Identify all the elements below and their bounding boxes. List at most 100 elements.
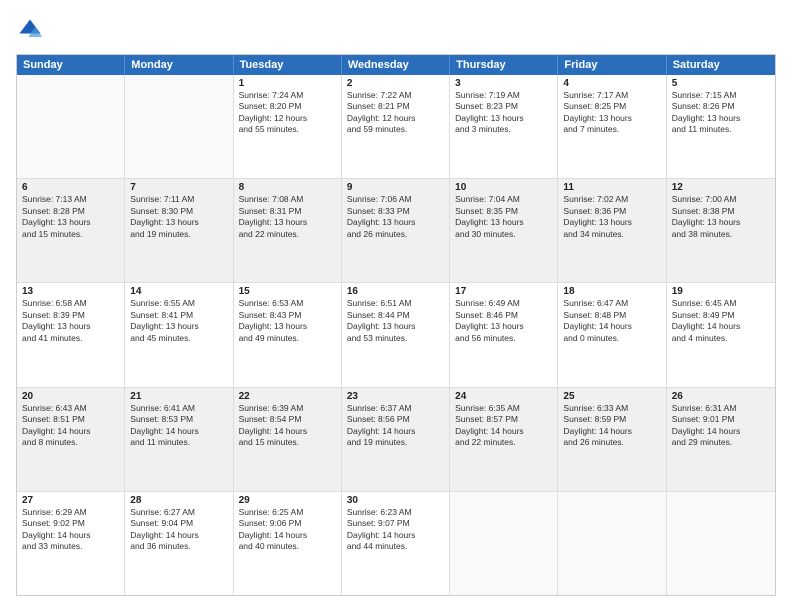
day-info: Sunrise: 6:58 AM Sunset: 8:39 PM Dayligh…: [22, 298, 119, 344]
calendar-body: 1Sunrise: 7:24 AM Sunset: 8:20 PM Daylig…: [17, 75, 775, 595]
header-day-wednesday: Wednesday: [342, 55, 450, 75]
header-day-friday: Friday: [558, 55, 666, 75]
calendar-row-4: 27Sunrise: 6:29 AM Sunset: 9:02 PM Dayli…: [17, 491, 775, 595]
calendar-cell: 23Sunrise: 6:37 AM Sunset: 8:56 PM Dayli…: [342, 388, 450, 491]
day-info: Sunrise: 6:41 AM Sunset: 8:53 PM Dayligh…: [130, 403, 227, 449]
page: SundayMondayTuesdayWednesdayThursdayFrid…: [0, 0, 792, 612]
day-number: 8: [239, 182, 336, 193]
day-number: 3: [455, 78, 552, 89]
day-number: 30: [347, 495, 444, 506]
day-number: 23: [347, 391, 444, 402]
calendar-cell: 15Sunrise: 6:53 AM Sunset: 8:43 PM Dayli…: [234, 283, 342, 386]
day-info: Sunrise: 6:35 AM Sunset: 8:57 PM Dayligh…: [455, 403, 552, 449]
calendar-cell: 25Sunrise: 6:33 AM Sunset: 8:59 PM Dayli…: [558, 388, 666, 491]
day-info: Sunrise: 6:27 AM Sunset: 9:04 PM Dayligh…: [130, 507, 227, 553]
calendar-header: SundayMondayTuesdayWednesdayThursdayFrid…: [17, 55, 775, 75]
calendar-cell: 9Sunrise: 7:06 AM Sunset: 8:33 PM Daylig…: [342, 179, 450, 282]
day-info: Sunrise: 6:33 AM Sunset: 8:59 PM Dayligh…: [563, 403, 660, 449]
day-info: Sunrise: 7:15 AM Sunset: 8:26 PM Dayligh…: [672, 90, 770, 136]
calendar-cell: [17, 75, 125, 178]
calendar-cell: 20Sunrise: 6:43 AM Sunset: 8:51 PM Dayli…: [17, 388, 125, 491]
day-number: 11: [563, 182, 660, 193]
day-info: Sunrise: 7:11 AM Sunset: 8:30 PM Dayligh…: [130, 194, 227, 240]
day-number: 15: [239, 286, 336, 297]
day-info: Sunrise: 6:29 AM Sunset: 9:02 PM Dayligh…: [22, 507, 119, 553]
calendar-cell: 10Sunrise: 7:04 AM Sunset: 8:35 PM Dayli…: [450, 179, 558, 282]
day-info: Sunrise: 6:37 AM Sunset: 8:56 PM Dayligh…: [347, 403, 444, 449]
day-number: 17: [455, 286, 552, 297]
header-day-thursday: Thursday: [450, 55, 558, 75]
calendar-cell: [667, 492, 775, 595]
day-info: Sunrise: 7:02 AM Sunset: 8:36 PM Dayligh…: [563, 194, 660, 240]
calendar-row-3: 20Sunrise: 6:43 AM Sunset: 8:51 PM Dayli…: [17, 387, 775, 491]
day-number: 14: [130, 286, 227, 297]
day-info: Sunrise: 6:45 AM Sunset: 8:49 PM Dayligh…: [672, 298, 770, 344]
day-info: Sunrise: 6:43 AM Sunset: 8:51 PM Dayligh…: [22, 403, 119, 449]
day-info: Sunrise: 6:49 AM Sunset: 8:46 PM Dayligh…: [455, 298, 552, 344]
header: [16, 16, 776, 44]
day-number: 6: [22, 182, 119, 193]
day-number: 1: [239, 78, 336, 89]
day-info: Sunrise: 6:23 AM Sunset: 9:07 PM Dayligh…: [347, 507, 444, 553]
day-number: 27: [22, 495, 119, 506]
calendar-cell: 21Sunrise: 6:41 AM Sunset: 8:53 PM Dayli…: [125, 388, 233, 491]
calendar-cell: 28Sunrise: 6:27 AM Sunset: 9:04 PM Dayli…: [125, 492, 233, 595]
calendar-cell: 13Sunrise: 6:58 AM Sunset: 8:39 PM Dayli…: [17, 283, 125, 386]
calendar-cell: 4Sunrise: 7:17 AM Sunset: 8:25 PM Daylig…: [558, 75, 666, 178]
header-day-sunday: Sunday: [17, 55, 125, 75]
calendar-cell: 18Sunrise: 6:47 AM Sunset: 8:48 PM Dayli…: [558, 283, 666, 386]
day-info: Sunrise: 6:25 AM Sunset: 9:06 PM Dayligh…: [239, 507, 336, 553]
day-info: Sunrise: 7:13 AM Sunset: 8:28 PM Dayligh…: [22, 194, 119, 240]
day-number: 22: [239, 391, 336, 402]
day-number: 4: [563, 78, 660, 89]
day-info: Sunrise: 6:39 AM Sunset: 8:54 PM Dayligh…: [239, 403, 336, 449]
calendar-row-1: 6Sunrise: 7:13 AM Sunset: 8:28 PM Daylig…: [17, 178, 775, 282]
calendar-cell: 7Sunrise: 7:11 AM Sunset: 8:30 PM Daylig…: [125, 179, 233, 282]
day-number: 29: [239, 495, 336, 506]
day-info: Sunrise: 7:04 AM Sunset: 8:35 PM Dayligh…: [455, 194, 552, 240]
day-info: Sunrise: 7:06 AM Sunset: 8:33 PM Dayligh…: [347, 194, 444, 240]
day-number: 7: [130, 182, 227, 193]
day-number: 13: [22, 286, 119, 297]
calendar: SundayMondayTuesdayWednesdayThursdayFrid…: [16, 54, 776, 596]
calendar-cell: 30Sunrise: 6:23 AM Sunset: 9:07 PM Dayli…: [342, 492, 450, 595]
calendar-cell: 6Sunrise: 7:13 AM Sunset: 8:28 PM Daylig…: [17, 179, 125, 282]
day-number: 10: [455, 182, 552, 193]
calendar-cell: 12Sunrise: 7:00 AM Sunset: 8:38 PM Dayli…: [667, 179, 775, 282]
calendar-cell: 27Sunrise: 6:29 AM Sunset: 9:02 PM Dayli…: [17, 492, 125, 595]
logo-icon: [16, 16, 44, 44]
calendar-cell: 17Sunrise: 6:49 AM Sunset: 8:46 PM Dayli…: [450, 283, 558, 386]
day-number: 20: [22, 391, 119, 402]
day-number: 25: [563, 391, 660, 402]
day-number: 21: [130, 391, 227, 402]
day-info: Sunrise: 7:24 AM Sunset: 8:20 PM Dayligh…: [239, 90, 336, 136]
day-number: 18: [563, 286, 660, 297]
header-day-tuesday: Tuesday: [234, 55, 342, 75]
day-number: 9: [347, 182, 444, 193]
day-info: Sunrise: 6:53 AM Sunset: 8:43 PM Dayligh…: [239, 298, 336, 344]
day-number: 2: [347, 78, 444, 89]
calendar-cell: 5Sunrise: 7:15 AM Sunset: 8:26 PM Daylig…: [667, 75, 775, 178]
calendar-cell: 11Sunrise: 7:02 AM Sunset: 8:36 PM Dayli…: [558, 179, 666, 282]
day-info: Sunrise: 7:00 AM Sunset: 8:38 PM Dayligh…: [672, 194, 770, 240]
calendar-row-0: 1Sunrise: 7:24 AM Sunset: 8:20 PM Daylig…: [17, 75, 775, 178]
calendar-cell: 22Sunrise: 6:39 AM Sunset: 8:54 PM Dayli…: [234, 388, 342, 491]
day-number: 5: [672, 78, 770, 89]
calendar-cell: [450, 492, 558, 595]
calendar-cell: 29Sunrise: 6:25 AM Sunset: 9:06 PM Dayli…: [234, 492, 342, 595]
day-number: 12: [672, 182, 770, 193]
calendar-cell: 3Sunrise: 7:19 AM Sunset: 8:23 PM Daylig…: [450, 75, 558, 178]
calendar-cell: 19Sunrise: 6:45 AM Sunset: 8:49 PM Dayli…: [667, 283, 775, 386]
day-info: Sunrise: 6:31 AM Sunset: 9:01 PM Dayligh…: [672, 403, 770, 449]
calendar-cell: 1Sunrise: 7:24 AM Sunset: 8:20 PM Daylig…: [234, 75, 342, 178]
calendar-cell: 14Sunrise: 6:55 AM Sunset: 8:41 PM Dayli…: [125, 283, 233, 386]
calendar-cell: 2Sunrise: 7:22 AM Sunset: 8:21 PM Daylig…: [342, 75, 450, 178]
calendar-cell: [558, 492, 666, 595]
calendar-cell: [125, 75, 233, 178]
calendar-cell: 26Sunrise: 6:31 AM Sunset: 9:01 PM Dayli…: [667, 388, 775, 491]
header-day-saturday: Saturday: [667, 55, 775, 75]
day-info: Sunrise: 7:17 AM Sunset: 8:25 PM Dayligh…: [563, 90, 660, 136]
day-info: Sunrise: 7:22 AM Sunset: 8:21 PM Dayligh…: [347, 90, 444, 136]
day-number: 24: [455, 391, 552, 402]
day-info: Sunrise: 6:55 AM Sunset: 8:41 PM Dayligh…: [130, 298, 227, 344]
